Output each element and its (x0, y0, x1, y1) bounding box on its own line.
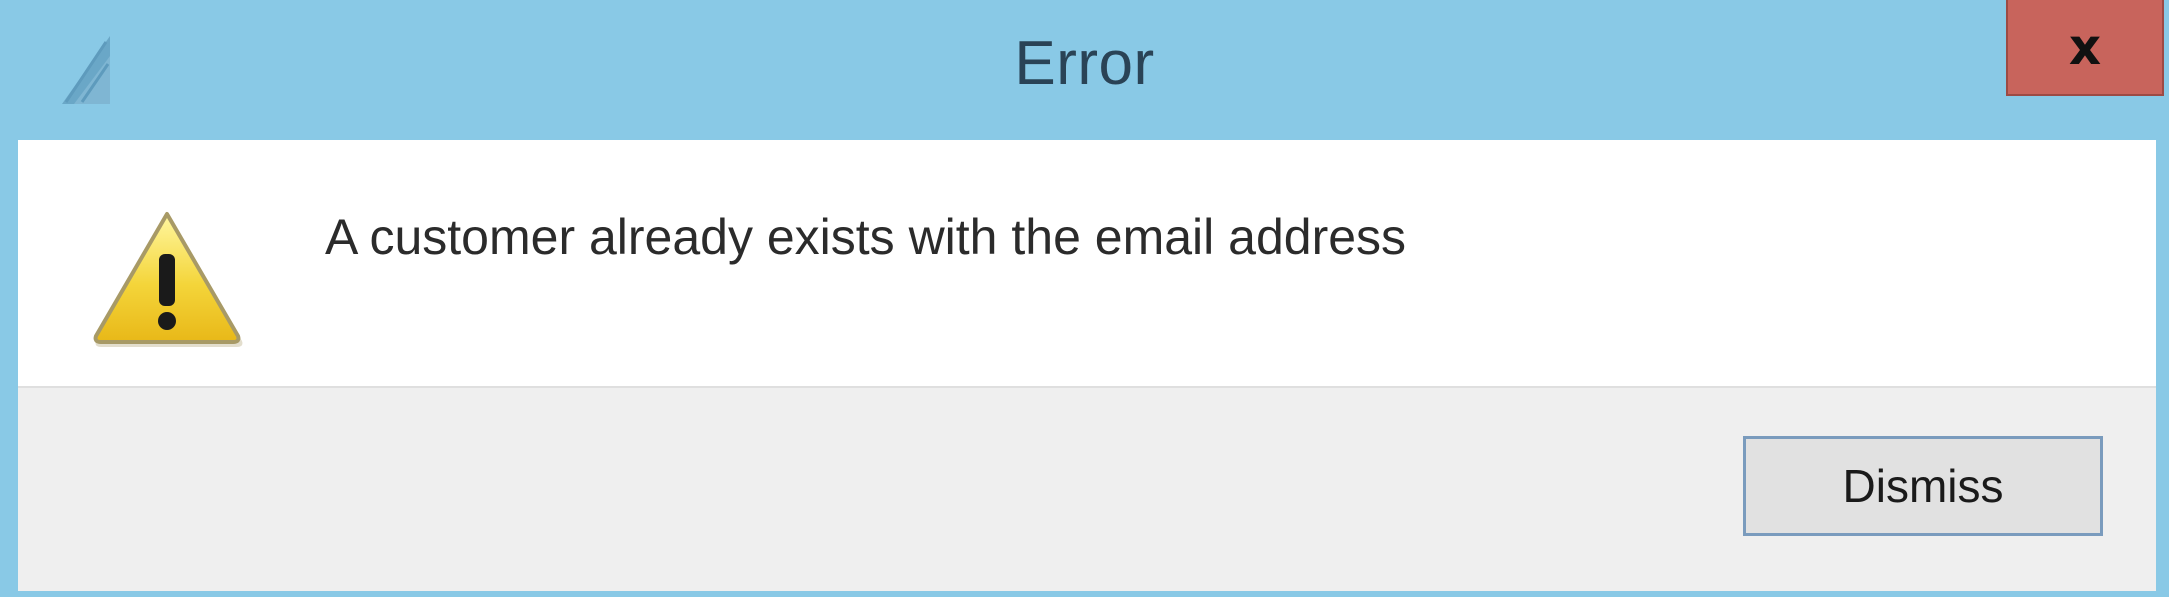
error-dialog: Error x A customer already exists with t… (0, 0, 2169, 597)
close-icon: x (2068, 18, 2102, 76)
close-button[interactable]: x (2006, 0, 2164, 96)
dialog-footer: Dismiss (18, 386, 2156, 591)
window-title: Error (1014, 29, 1155, 98)
dismiss-button[interactable]: Dismiss (1743, 436, 2103, 536)
warning-icon (93, 212, 243, 347)
error-message: A customer already exists with the email… (325, 209, 1407, 265)
title-bar[interactable]: Error x (0, 0, 2169, 140)
dialog-content: A customer already exists with the email… (18, 140, 2156, 386)
